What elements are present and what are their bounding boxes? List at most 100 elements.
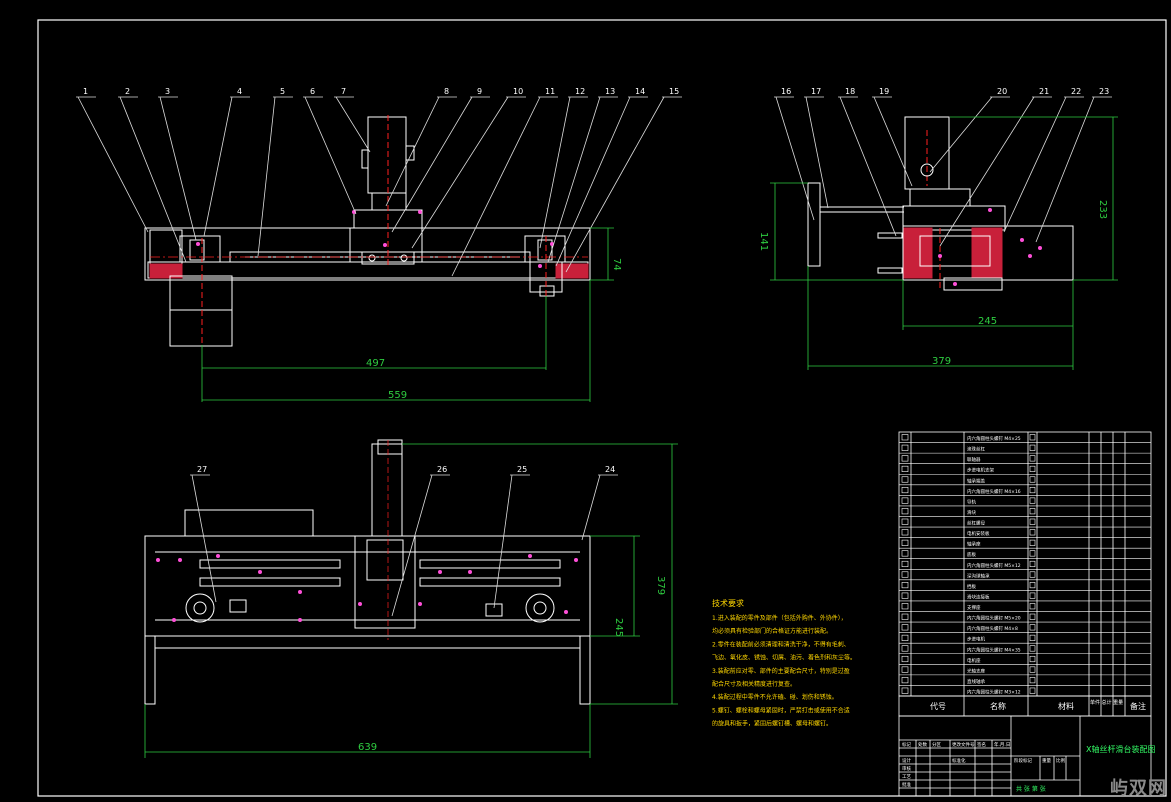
- top-leader-line: [493, 474, 513, 609]
- front-balloon-label: 1: [83, 87, 88, 96]
- front-balloon-label: 8: [444, 87, 449, 96]
- front-balloon-label: 4: [237, 87, 242, 96]
- tech-note-line: 的旋具和扳手，紧固后螺钉槽、螺母和螺钉。: [712, 720, 832, 728]
- bom-row-qty-box: [1029, 560, 1036, 568]
- bom-row-name: 联轴器: [967, 456, 981, 463]
- bom-row-name: 轴承端盖: [967, 477, 985, 484]
- bom-row-index-box: [901, 518, 909, 525]
- dim-front-overall: 559: [388, 390, 407, 401]
- front-leader-line: [77, 96, 149, 233]
- bom-row-qty-box: [1029, 508, 1036, 515]
- title-block-label: 标准化: [952, 757, 966, 764]
- side-leader-line: [839, 96, 897, 237]
- bom-row-name: 导轨: [967, 498, 976, 505]
- bom-row-name: 步进电机支架: [967, 467, 994, 474]
- top-view-dimensions: [144, 443, 678, 758]
- bom-row-index-box: [901, 434, 909, 441]
- title-block-approvals: 设计审核工艺批准: [902, 757, 911, 788]
- bom-header-remark: 备注: [1130, 701, 1146, 711]
- top-balloon-label: 24: [605, 465, 615, 474]
- bom-row-name: 丝杠螺母: [967, 520, 985, 527]
- front-balloon-label: 14: [635, 87, 645, 96]
- front-balloon-label: 9: [477, 87, 482, 96]
- bom-row-index-box: [901, 655, 909, 663]
- bom-row-index-box: [901, 539, 909, 546]
- bom-row-qty-box: [1029, 550, 1036, 557]
- title-role-label: 标记: [902, 741, 911, 748]
- title-role-label: 分区: [932, 741, 941, 748]
- top-balloon-label: 27: [197, 465, 207, 474]
- front-view: [144, 115, 591, 347]
- bom-row-name: 深沟球轴承: [967, 572, 990, 579]
- bom-row-index-box: [901, 634, 909, 641]
- bom-row-name: 直线轴承: [967, 678, 985, 685]
- top-leader-line: [391, 474, 433, 617]
- bom-row-qty-box: [1029, 603, 1036, 610]
- side-view-leaders: [774, 96, 1112, 247]
- side-balloon-label: 23: [1099, 87, 1109, 96]
- title-approval-label: 设计: [902, 757, 911, 764]
- side-view: [807, 116, 1074, 291]
- front-leader-line: [335, 96, 371, 153]
- front-balloon-label: 13: [605, 87, 615, 96]
- bom-row-name: 内六角圆柱头螺钉 M4×25: [967, 435, 1021, 442]
- tech-note-line: 均必须具有检验部门的合格证方能进行装配。: [712, 627, 832, 635]
- tech-notes-title: 技术要求: [712, 598, 744, 608]
- bom-row-name: 内六角圆柱头螺钉 M3×12: [967, 689, 1021, 696]
- dim-side-width-total: 379: [932, 356, 951, 367]
- bom-header-code: 代号: [930, 701, 946, 711]
- bom-row-qty-box: [1029, 476, 1036, 483]
- bom-row-index-box: [901, 603, 909, 610]
- bom-row-name: 内六角圆柱头螺钉 M4×16: [967, 488, 1021, 495]
- front-balloon-label: 6: [310, 87, 315, 96]
- tech-note-line: 4.装配过程中零件不允许磕、碰、划伤和锈蚀。: [712, 693, 838, 701]
- bom-row-qty-box: [1029, 645, 1036, 652]
- tech-note-line: 2.零件在装配前必须清理和清洗干净，不得有毛刺、: [712, 640, 850, 648]
- front-leader-line: [451, 96, 541, 277]
- side-view-balloons: 16 17 18 19 20 21 22 23: [781, 87, 1109, 96]
- front-balloon-label: 3: [165, 87, 170, 96]
- side-leader-line: [805, 96, 829, 209]
- watermark-text: 屿双网: [1110, 778, 1167, 799]
- bom-header-mass: 单件 总计 重量: [1090, 699, 1123, 706]
- tech-notes-lines: 1.进入装配的零件及部件（包括外购件、外协件）， 均必须具有检验部门的合格证方能进…: [712, 614, 856, 728]
- bom-row-index-box: [901, 529, 909, 536]
- bom-row-qty-box: [1029, 497, 1036, 504]
- top-balloon-label: 25: [517, 465, 527, 474]
- tech-note-line: 飞边、氧化皮、锈蚀、切屑、油污、着色剂和灰尘等。: [712, 654, 856, 662]
- bom-row-qty-box: [1029, 687, 1036, 694]
- bom-row-index-box: [901, 508, 909, 515]
- front-balloon-label: 2: [125, 87, 130, 96]
- front-view-balloons: 1 2 3 4 5 6 7 8 9 10 11 12 13 14 15: [83, 87, 679, 96]
- bom-row-name: 步进电机: [967, 636, 985, 643]
- front-balloon-label: 12: [575, 87, 585, 96]
- bom-row-name: 滑块连接板: [967, 593, 990, 600]
- bom-row-qty-box: [1029, 666, 1036, 673]
- title-sheet: 共 张 第 张: [1016, 785, 1046, 793]
- side-balloon-label: 21: [1039, 87, 1049, 96]
- bom-row-qty-box: [1029, 518, 1036, 525]
- side-balloon-label: 16: [781, 87, 791, 96]
- dim-front-height: 74: [611, 258, 622, 271]
- side-leader-line: [939, 96, 1035, 247]
- bom-row-name: 内六角圆柱头螺钉 M5×20: [967, 615, 1021, 622]
- technical-requirements: 技术要求 1.进入装配的零件及部件（包括外购件、外协件）， 均必须具有检验部门的合…: [712, 598, 856, 728]
- bom-row-name: 内六角圆柱头螺钉 M5×12: [967, 562, 1021, 569]
- front-leader-line: [159, 96, 197, 241]
- title-block-label: 比例: [1056, 757, 1065, 764]
- bom-row-index-box: [901, 592, 909, 599]
- bom-row-qty-box: [1029, 529, 1036, 536]
- bom-row-index-box: [901, 497, 909, 504]
- side-balloon-label: 22: [1071, 87, 1081, 96]
- bom-row-name: 底板: [967, 551, 976, 558]
- top-view-balloons: 27 26 25 24: [197, 465, 615, 474]
- bom-row-index-box: [901, 582, 909, 589]
- side-balloon-label: 17: [811, 87, 821, 96]
- side-leader-line: [775, 96, 815, 221]
- bom-row-name: 内六角圆柱头螺钉 M4×35: [967, 646, 1021, 653]
- bom-row-index-box: [901, 476, 909, 483]
- title-role-label: 更改文件号: [952, 741, 975, 748]
- bom-header-name: 名称: [990, 701, 1006, 711]
- bom-row-name: 滑块: [967, 509, 976, 516]
- front-balloon-label: 11: [545, 87, 555, 96]
